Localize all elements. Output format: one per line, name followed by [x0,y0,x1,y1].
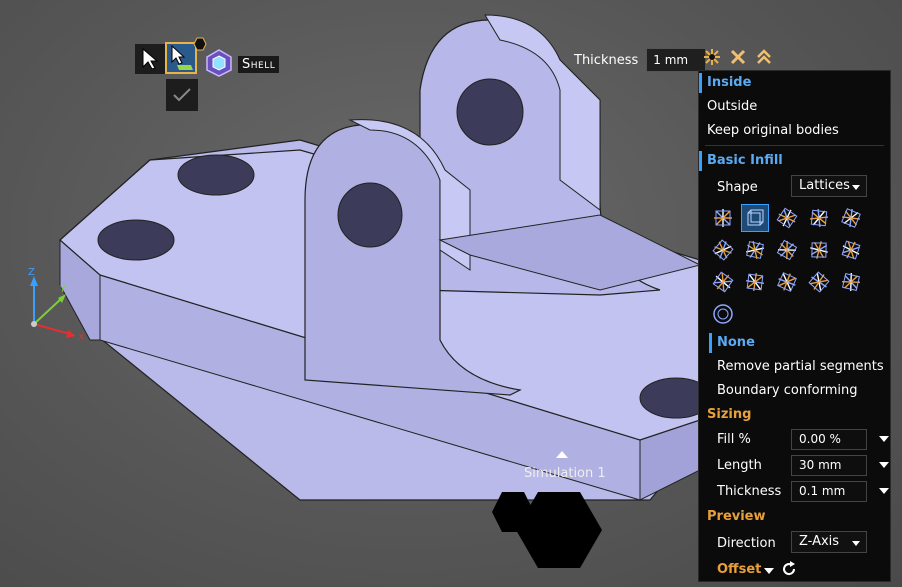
collapse-chevrons-icon[interactable] [754,47,774,67]
length-input[interactable]: 30 mm [791,455,867,476]
cell-thickness-input[interactable]: 0.1 mm [791,481,867,502]
lattice-15-icon[interactable] [837,268,865,296]
trim-indicator [709,333,712,353]
trim-option-remove-partial[interactable]: Remove partial segments [717,359,902,374]
select-tool-button[interactable] [135,44,165,74]
selected-indicator [699,73,702,93]
lattice-7-icon[interactable] [741,236,769,264]
lattice-13-icon[interactable] [773,268,801,296]
axis-triad: Z Y X [28,267,84,343]
lattice-16-icon[interactable] [709,300,737,328]
shape-dropdown[interactable]: Lattices [791,175,867,197]
lattice-9-icon[interactable] [805,236,833,264]
fill-input[interactable]: 0.00 % [791,429,867,450]
shape-dropdown-value: Lattices [799,178,850,193]
cell-thickness-dropdown-caret[interactable] [879,488,889,494]
trim-option-boundary-conforming[interactable]: Boundary conforming [717,383,902,398]
shell-options-panel: Inside Outside Keep original bodies Basi… [698,70,891,582]
thickness-label: Thickness [574,52,639,68]
simulation-expand-caret[interactable] [556,451,568,458]
offset-dropdown-caret[interactable] [764,568,774,574]
length-dropdown-caret[interactable] [879,462,889,468]
direction-option-outside[interactable]: Outside [707,99,898,114]
settings-sparkle-icon[interactable] [702,47,722,67]
lattice-2-icon[interactable] [741,204,769,232]
hexagon-nav-icon[interactable] [484,488,608,580]
lattice-6-icon[interactable] [709,236,737,264]
direction-dropdown[interactable]: Z-Axis [791,531,867,553]
keep-original-bodies-option[interactable]: Keep original bodies [707,123,898,138]
cursor-face-icon [171,45,193,70]
basic-infill-header[interactable]: Basic Infill [707,153,898,168]
offset-label[interactable]: Offset [717,562,902,577]
lattice-1-icon[interactable] [709,204,737,232]
direction-option-inside[interactable]: Inside [707,75,898,90]
axis-z-label: Z [28,267,35,278]
close-icon[interactable] [728,47,748,67]
axis-y-label: Y [59,285,66,295]
section-indicator [699,151,702,171]
shell-cube-icon [206,49,232,77]
thickness-field: Thickness [574,48,707,72]
shell-tool-button[interactable] [204,48,234,78]
lattice-11-icon[interactable] [709,268,737,296]
cursor-arrow-icon [142,48,159,70]
lattice-3-icon[interactable] [773,204,801,232]
thickness-input[interactable] [646,48,707,72]
refresh-icon[interactable] [781,561,797,577]
lattice-4-icon[interactable] [805,204,833,232]
divider [705,145,884,146]
lattice-14-icon[interactable] [805,268,833,296]
confirm-button[interactable] [166,79,198,111]
sizing-header: Sizing [707,407,752,422]
lattice-5-icon[interactable] [837,204,865,232]
axis-x-label: X [78,333,84,343]
shell-tool-label: Shell [238,56,280,73]
trim-option-none[interactable]: None [717,335,902,350]
lattice-10-icon[interactable] [837,236,865,264]
checkmark-icon [173,88,191,102]
preview-header: Preview [707,509,766,524]
lattice-12-icon[interactable] [741,268,769,296]
simulation-label[interactable]: Simulation 1 [524,466,606,481]
lattice-8-icon[interactable] [773,236,801,264]
direction-dropdown-value: Z-Axis [799,534,840,549]
fill-dropdown-caret[interactable] [879,436,889,442]
